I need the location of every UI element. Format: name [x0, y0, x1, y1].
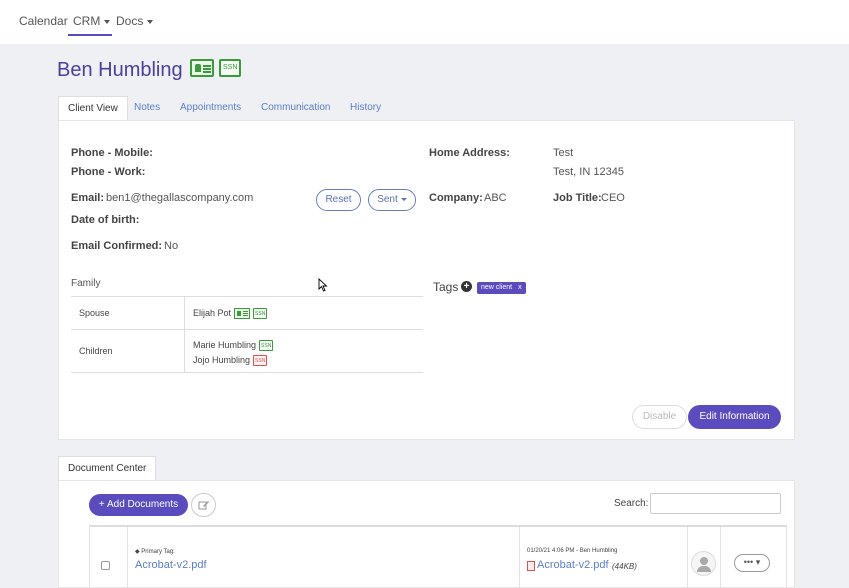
document-name-link[interactable]: Acrobat-v2.pdf	[135, 559, 207, 571]
ssn-badge[interactable]: SSN	[259, 340, 274, 352]
add-documents-button[interactable]: + Add Documents	[89, 494, 188, 516]
family-row-spouse: Spouse Elijah Pot SSN	[71, 297, 423, 330]
top-nav: Calendar CRM Docs	[0, 0, 849, 44]
more-actions-button[interactable]: ••• ▾	[734, 554, 770, 572]
phone-mobile-label: Phone - Mobile:	[71, 147, 153, 159]
tab-history[interactable]: History	[350, 96, 381, 119]
search-input[interactable]	[650, 493, 781, 514]
column-divider	[687, 527, 688, 588]
relation-label: Children	[71, 330, 185, 372]
member-name[interactable]: Elijah Pot	[193, 308, 231, 318]
member-name[interactable]: Marie Humbling	[193, 340, 256, 350]
family-member: Marie Humbling SSN	[193, 340, 274, 352]
home-address-line1: Test	[553, 147, 574, 159]
pdf-file-icon	[527, 561, 535, 571]
primary-tag-text: Primary Tag:	[141, 549, 175, 555]
primary-tag-label: ◆ Primary Tag:	[135, 548, 175, 555]
search-label: Search:	[614, 498, 649, 509]
column-divider	[89, 527, 90, 588]
add-tag-plus-icon[interactable]: +	[461, 281, 472, 292]
chevron-down-icon	[104, 19, 111, 24]
tab-notes[interactable]: Notes	[134, 96, 160, 119]
tab-communication[interactable]: Communication	[261, 96, 330, 119]
email-confirmed-value: No	[164, 240, 179, 252]
nav-active-indicator	[68, 34, 112, 36]
home-address-line2: Test, IN 12345	[553, 166, 624, 178]
column-divider	[786, 527, 787, 588]
tab-client-view[interactable]: Client View	[58, 96, 128, 121]
family-title: Family	[71, 278, 101, 289]
id-card-icon[interactable]	[234, 308, 251, 320]
tab-appointments[interactable]: Appointments	[180, 96, 241, 119]
home-address-label: Home Address:	[429, 147, 510, 159]
family-members: Elijah Pot SSN	[185, 297, 423, 329]
email-confirmed-label: Email Confirmed:	[71, 240, 163, 252]
edit-icon[interactable]	[191, 493, 216, 517]
table-header-divider	[89, 525, 787, 527]
tag-text: new client	[481, 284, 513, 291]
relation-label: Spouse	[71, 297, 185, 329]
chevron-down-icon	[147, 19, 154, 24]
row-select-checkbox[interactable]	[101, 561, 110, 570]
tab-document-center[interactable]: Document Center	[58, 456, 157, 481]
document-file-link[interactable]: Acrobat-v2.pdf	[537, 559, 609, 571]
nav-crm-label: CRM	[73, 14, 101, 28]
column-divider	[127, 527, 128, 588]
sent-button[interactable]: Sent	[368, 189, 416, 211]
ssn-badge[interactable]: SSN	[253, 308, 268, 320]
family-member: Elijah Pot SSN	[193, 308, 268, 320]
client-name: Ben Humbling	[57, 59, 183, 81]
assign-user-icon[interactable]	[691, 551, 716, 576]
company-label: Company:	[429, 192, 483, 204]
company-value: ABC	[484, 192, 507, 204]
client-view-panel	[58, 120, 795, 440]
reset-button[interactable]: Reset	[316, 189, 361, 211]
family-member: Jojo Humbling SSN	[193, 355, 268, 367]
ssn-badge[interactable]: SSN	[219, 59, 242, 77]
id-card-icon[interactable]	[190, 59, 214, 77]
job-title-value: CEO	[601, 192, 625, 204]
column-divider	[720, 527, 721, 588]
family-table: Spouse Elijah Pot SSN Children Marie Humb…	[71, 296, 423, 373]
disable-button[interactable]: Disable	[632, 405, 687, 429]
family-row-children: Children Marie Humbling SSN Jojo Humbling…	[71, 330, 423, 373]
remove-tag-button[interactable]: x	[518, 284, 522, 291]
family-members: Marie Humbling SSN Jojo Humbling SSN	[185, 330, 423, 372]
column-divider	[519, 527, 520, 588]
edit-information-button[interactable]: Edit Information	[688, 405, 781, 429]
nav-docs-label: Docs	[116, 14, 144, 28]
sent-button-label: Sent	[377, 194, 398, 205]
nav-calendar[interactable]: Calendar	[19, 14, 68, 28]
phone-work-label: Phone - Work:	[71, 166, 146, 178]
nav-crm[interactable]: CRM	[73, 14, 111, 28]
nav-docs[interactable]: Docs	[116, 14, 154, 28]
email-label: Email:	[71, 192, 105, 204]
chevron-down-icon	[400, 197, 407, 201]
dob-label: Date of birth:	[71, 214, 140, 226]
tags-label: Tags	[433, 280, 459, 294]
job-title-label: Job Title:	[553, 192, 602, 204]
ssn-badge-missing[interactable]: SSN	[253, 355, 268, 367]
document-meta: 01/20/21 4:06 PM - Ben Humbling	[527, 548, 618, 554]
document-size: (44KB)	[612, 562, 637, 571]
tag-chip: new client x	[477, 282, 526, 294]
email-value: ben1@thegallascompany.com	[106, 192, 254, 204]
mouse-cursor-icon	[318, 278, 328, 292]
member-name[interactable]: Jojo Humbling	[193, 355, 250, 365]
